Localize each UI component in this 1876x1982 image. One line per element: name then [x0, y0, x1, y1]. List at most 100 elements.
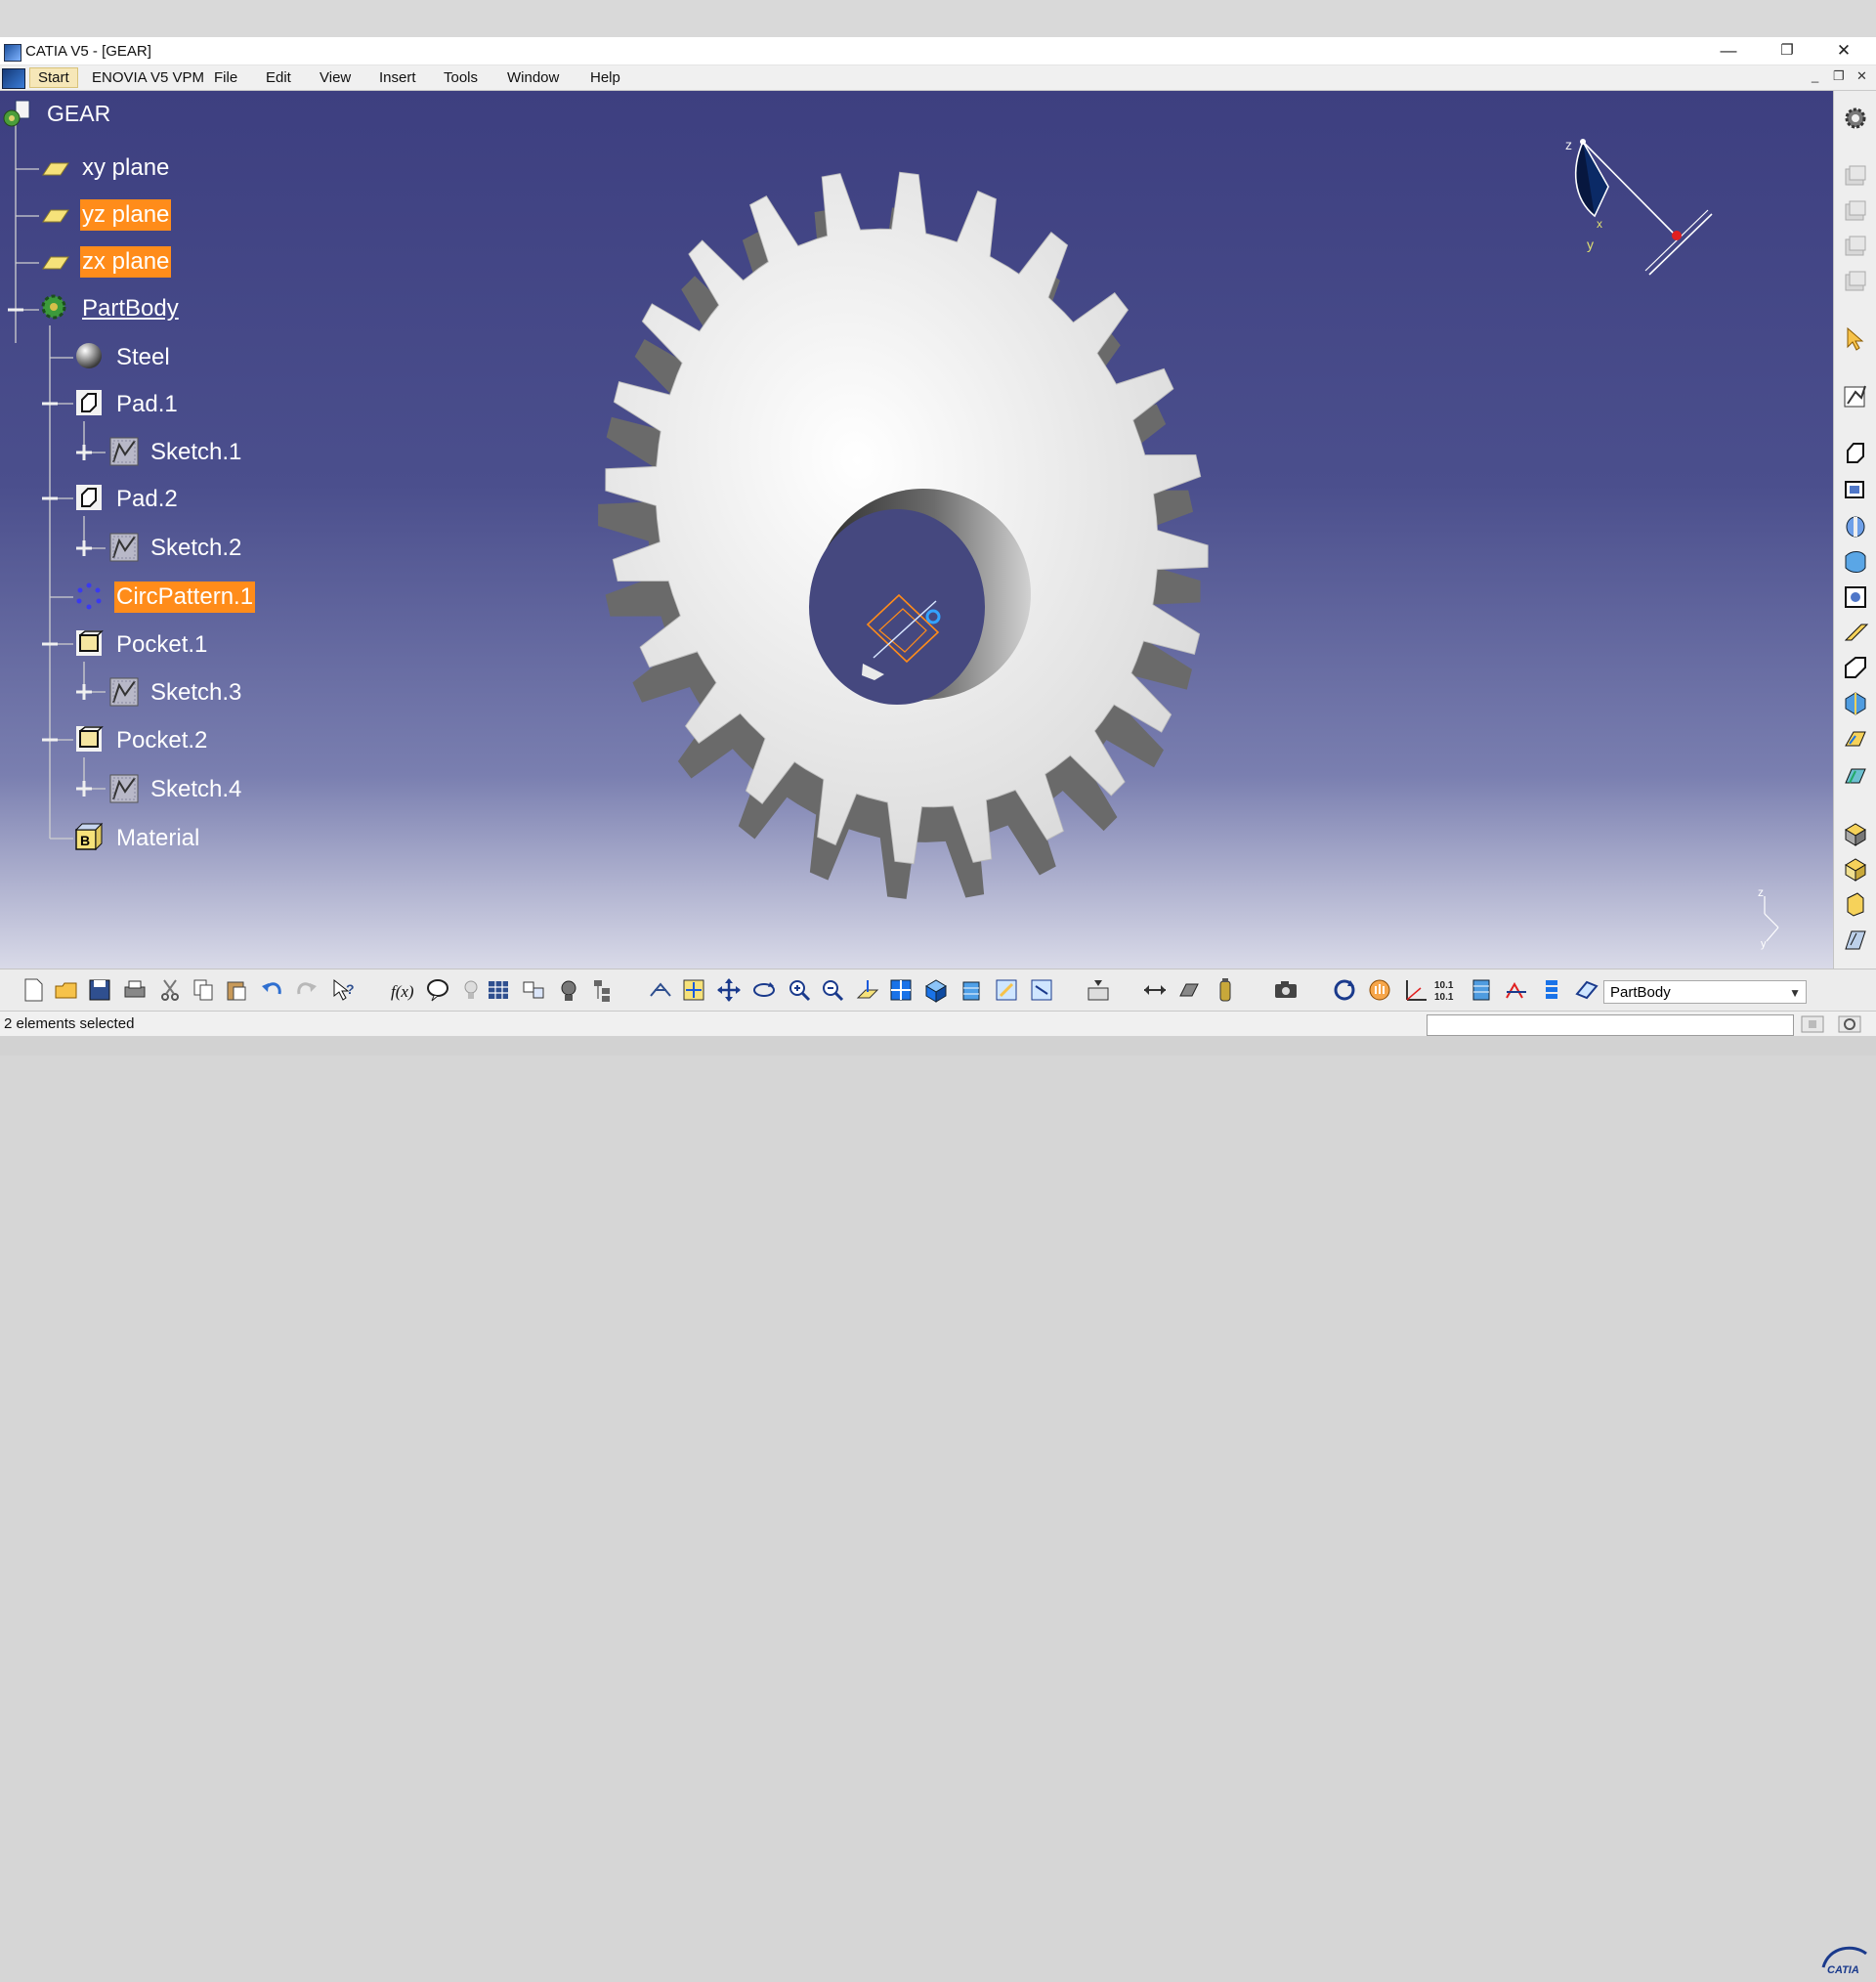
tree-item-xy-plane[interactable]: xy plane	[80, 152, 171, 184]
tree-item-partbody[interactable]: PartBody	[80, 293, 181, 324]
measure-inertia-icon[interactable]	[555, 976, 582, 1004]
fillet-tool-icon[interactable]	[1842, 619, 1869, 646]
design-table-icon[interactable]	[485, 976, 512, 1004]
tree-item-sketch-3[interactable]: Sketch.3	[149, 677, 243, 709]
fly-mode-icon[interactable]	[647, 976, 674, 1004]
select-cursor-icon[interactable]	[1842, 325, 1869, 353]
last-command-icon[interactable]	[1837, 1014, 1862, 1034]
paste-icon[interactable]	[223, 976, 250, 1004]
tree-item-pad-1[interactable]: Pad.1	[114, 389, 180, 420]
tree-item-material[interactable]: Material	[114, 823, 201, 854]
save-icon[interactable]	[86, 976, 113, 1004]
tree-item-pocket-2[interactable]: Pocket.2	[114, 725, 209, 756]
boolean-tool-icon[interactable]	[1842, 820, 1869, 847]
knowledge-advisor-icon[interactable]	[424, 976, 451, 1004]
cut-icon[interactable]	[156, 976, 184, 1004]
split-body-icon[interactable]	[1842, 890, 1869, 918]
constraint-icon[interactable]	[1503, 976, 1530, 1004]
redo-icon[interactable]	[293, 976, 320, 1004]
multi-view-icon[interactable]	[887, 976, 915, 1004]
tree-item-sketch-2[interactable]: Sketch.2	[149, 533, 243, 564]
menu-help[interactable]: Help	[590, 69, 620, 86]
print-icon[interactable]	[121, 976, 149, 1004]
rib-tool-icon[interactable]	[1842, 548, 1869, 576]
surface-tool-icon[interactable]	[1842, 927, 1869, 955]
menu-insert[interactable]: Insert	[379, 69, 416, 86]
scale-10-icon[interactable]: 10.110.1	[1432, 976, 1460, 1004]
catia-menu-logo-icon[interactable]	[2, 68, 25, 89]
zoom-in-icon[interactable]	[786, 976, 813, 1004]
3d-viewport[interactable]: GEAR xy plane yz plane zx plane PartBody…	[0, 91, 1833, 969]
pan-icon[interactable]	[715, 976, 743, 1004]
hide-show-icon[interactable]	[993, 976, 1020, 1004]
capture-camera-icon[interactable]	[1272, 976, 1300, 1004]
tree-item-yz-plane[interactable]: yz plane	[80, 199, 172, 231]
stack-icon[interactable]	[1538, 976, 1565, 1004]
apply-material-icon[interactable]	[1212, 976, 1239, 1004]
drafting-icon[interactable]	[1842, 234, 1869, 261]
tree-root-gear[interactable]: GEAR	[45, 98, 112, 129]
current-body-select[interactable]: PartBody ▼	[1603, 980, 1807, 1004]
hole-tool-icon[interactable]	[1842, 583, 1869, 611]
law-icon[interactable]	[520, 976, 547, 1004]
menu-view[interactable]: View	[320, 69, 351, 86]
fit-all-in-icon[interactable]	[680, 976, 707, 1004]
open-folder-icon[interactable]	[53, 976, 80, 1004]
normal-view-icon[interactable]	[854, 976, 881, 1004]
hand-manipulate-icon[interactable]	[1366, 976, 1393, 1004]
rotate-icon[interactable]	[750, 976, 778, 1004]
tree-item-sketch-1[interactable]: Sketch.1	[149, 437, 243, 468]
new-file-icon[interactable]	[20, 976, 47, 1004]
tree-item-pad-2[interactable]: Pad.2	[114, 484, 180, 515]
tree-item-sketch-4[interactable]: Sketch.4	[149, 774, 243, 805]
shaft-tool-icon[interactable]	[1842, 513, 1869, 540]
chamfer-tool-icon[interactable]	[1842, 654, 1869, 681]
spec-tree-toggle-icon[interactable]	[590, 976, 618, 1004]
mdi-close-button[interactable]: ✕	[1856, 68, 1867, 84]
undo-icon[interactable]	[258, 976, 285, 1004]
copy-icon[interactable]	[190, 976, 217, 1004]
tree-item-pocket-1[interactable]: Pocket.1	[114, 629, 209, 661]
mdi-restore-button[interactable]: ❐	[1833, 68, 1845, 84]
measure-between-icon[interactable]	[1141, 976, 1169, 1004]
menu-start[interactable]: Start	[29, 67, 78, 88]
pocket-tool-icon[interactable]	[1842, 476, 1869, 503]
formula-icon[interactable]: f(x)	[389, 976, 416, 1004]
tree-item-zx-plane[interactable]: zx plane	[80, 246, 172, 278]
draft-tool-icon[interactable]	[1842, 689, 1869, 716]
tree-item-circpattern-1[interactable]: CircPattern.1	[114, 582, 256, 613]
part-design-icon[interactable]	[1842, 163, 1869, 191]
iso-view-icon[interactable]	[922, 976, 950, 1004]
gear-settings-icon[interactable]	[1842, 105, 1869, 132]
compass-icon[interactable]: z x y	[1554, 130, 1729, 277]
update-all-icon[interactable]	[1085, 976, 1112, 1004]
assembly-icon[interactable]	[1842, 198, 1869, 226]
thickness-tool-icon[interactable]	[1842, 763, 1869, 791]
sketcher-icon[interactable]	[1842, 382, 1869, 409]
menu-file[interactable]: File	[214, 69, 237, 86]
menu-window[interactable]: Window	[507, 69, 559, 86]
close-button[interactable]: ✕	[1815, 37, 1872, 65]
whats-this-help-icon[interactable]: ?	[330, 976, 358, 1004]
wireframe-icon[interactable]	[1842, 269, 1869, 296]
add-body-icon[interactable]	[1842, 855, 1869, 883]
pad-tool-icon[interactable]	[1842, 439, 1869, 466]
axis-system-icon[interactable]	[1401, 976, 1428, 1004]
menu-enovia[interactable]: ENOVIA V5 VPM	[92, 69, 204, 86]
stop-command-icon[interactable]	[1800, 1014, 1825, 1034]
light-bulb-icon[interactable]	[457, 976, 485, 1004]
shading-icon[interactable]	[958, 976, 985, 1004]
grid-snap-icon[interactable]	[1468, 976, 1495, 1004]
plane-tool-icon[interactable]	[1573, 976, 1600, 1004]
power-input-field[interactable]	[1427, 1014, 1794, 1036]
refresh-icon[interactable]	[1331, 976, 1358, 1004]
zoom-out-icon[interactable]	[819, 976, 846, 1004]
minimize-button[interactable]: —	[1700, 37, 1757, 65]
swap-visible-space-icon[interactable]	[1028, 976, 1055, 1004]
restore-button[interactable]: ❐	[1759, 37, 1815, 65]
menu-edit[interactable]: Edit	[266, 69, 291, 86]
measure-item-icon[interactable]	[1176, 976, 1204, 1004]
menu-tools[interactable]: Tools	[444, 69, 478, 86]
mdi-minimize-button[interactable]: _	[1812, 68, 1818, 83]
tree-item-steel[interactable]: Steel	[114, 342, 172, 373]
